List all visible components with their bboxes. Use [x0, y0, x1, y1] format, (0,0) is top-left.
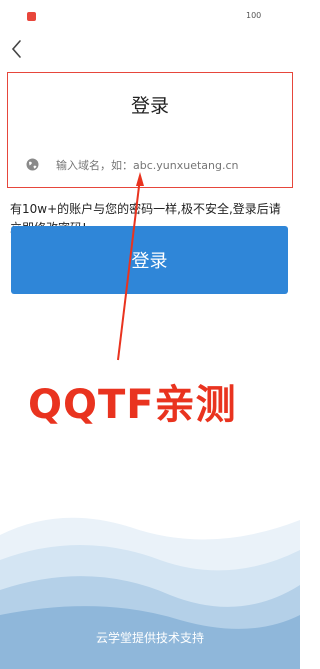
- notification-app-icon: [27, 12, 36, 21]
- domain-input[interactable]: [56, 155, 266, 175]
- domain-row: [26, 155, 276, 175]
- overlay-watermark-text: QQTF亲测: [28, 382, 237, 428]
- status-bar: 100: [0, 0, 300, 36]
- globe-icon: [26, 158, 39, 171]
- login-button[interactable]: 登录: [11, 226, 288, 294]
- back-icon[interactable]: [8, 38, 26, 60]
- footer-support-text: 云学堂提供技术支持: [95, 631, 204, 645]
- login-card: 登录: [7, 72, 293, 188]
- battery-level: 100: [246, 11, 262, 20]
- login-title: 登录: [130, 95, 169, 117]
